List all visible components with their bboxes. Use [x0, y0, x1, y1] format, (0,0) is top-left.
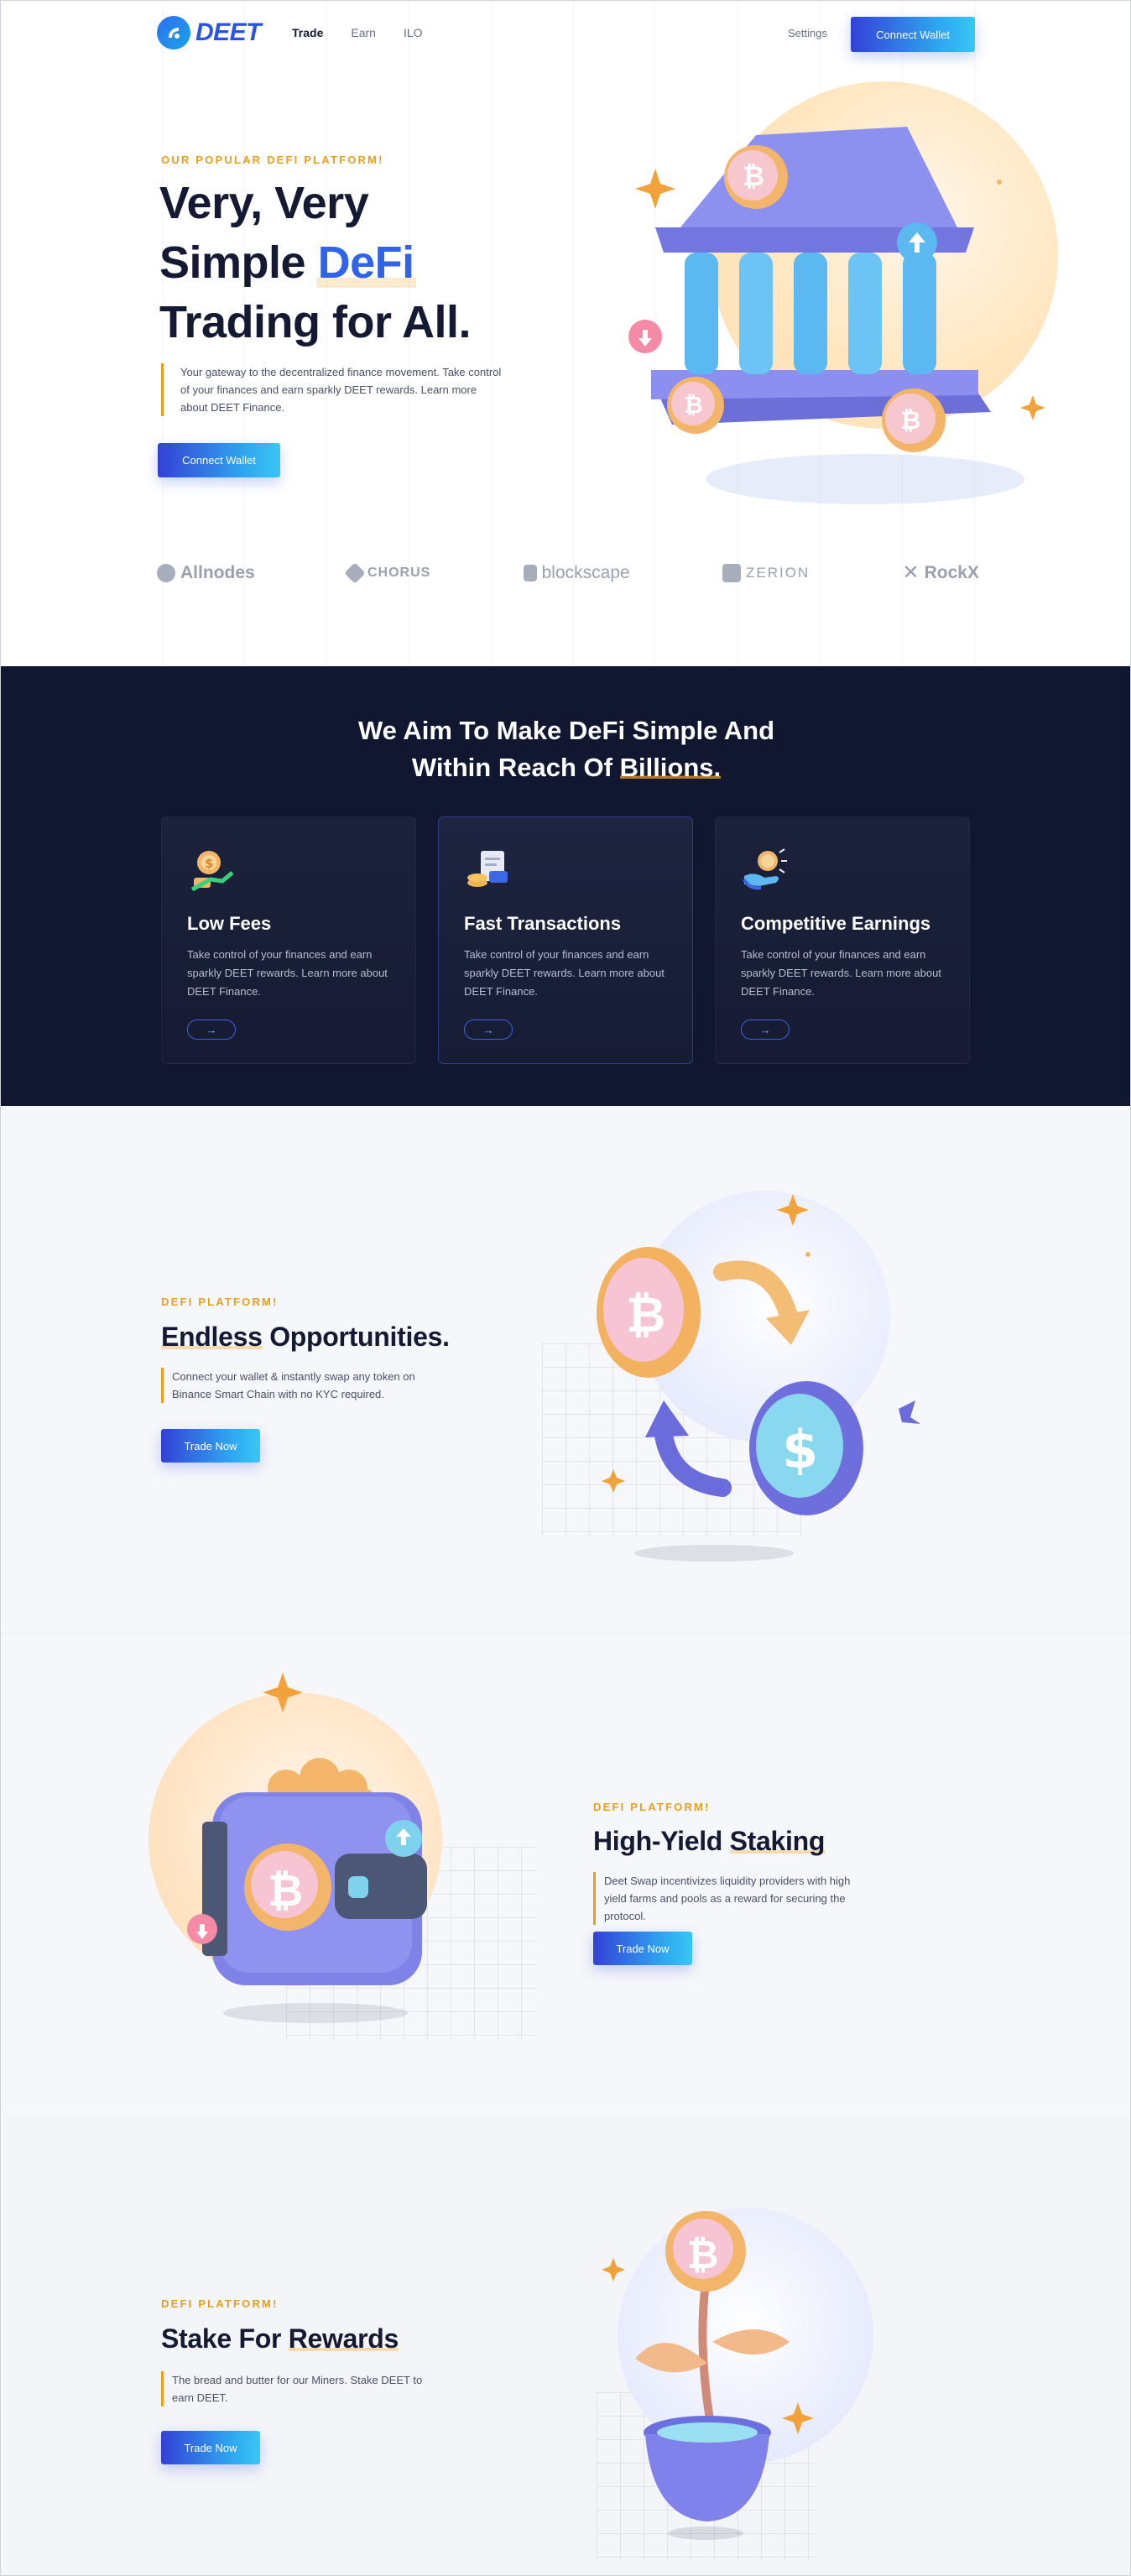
feature-title: Competitive Earnings [741, 913, 931, 934]
wallet-illustration: ₿ [187, 1672, 427, 2023]
hero-title: Very, Very Simple DeFi Trading for All. [159, 174, 529, 352]
feature-card-competitive-earnings[interactable]: Competitive Earnings Take control of you… [715, 816, 970, 1064]
section-eyebrow: DEFI PLATFORM! [161, 1296, 279, 1308]
mission-title: We Aim To Make DeFi Simple And Within Re… [357, 716, 775, 782]
hero-description: Your gateway to the decentralized financ… [161, 363, 505, 416]
plant-illustration: ₿ [602, 2211, 814, 2540]
header: DEET Trade Earn ILO Settings Connect Wal… [1, 1, 1130, 66]
section-description: Connect your wallet & instantly swap any… [161, 1368, 442, 1403]
feature-card-low-fees[interactable]: $ Low Fees Take control of your finances… [161, 816, 416, 1064]
settings-link[interactable]: Settings [788, 27, 827, 39]
logo[interactable]: DEET [157, 16, 262, 50]
nav-earn[interactable]: Earn [351, 26, 376, 39]
section-title: Stake For Rewards [161, 2323, 399, 2354]
arrow-right-icon[interactable]: → [187, 1019, 236, 1040]
svg-text:₿: ₿ [687, 2232, 719, 2277]
feature-description: Take control of your finances and earn s… [741, 948, 941, 998]
trade-now-button[interactable]: Trade Now [161, 1429, 260, 1463]
hero-title-line3: Trading for All. [159, 297, 472, 347]
feature-title: Fast Transactions [464, 913, 622, 934]
zerion-icon [722, 563, 741, 582]
section-title: Endless Opportunities. [161, 1322, 450, 1352]
logo-icon [157, 16, 190, 50]
bank-illustration: ₿ ₿ ₿ [628, 127, 1045, 504]
page: DEET Trade Earn ILO Settings Connect Wal… [0, 0, 1131, 2576]
section-title: High-Yield Staking [593, 1826, 826, 1856]
feature-description: Take control of your finances and earn s… [464, 948, 665, 998]
svg-text:₿: ₿ [626, 1286, 665, 1343]
chorus-icon [344, 561, 366, 584]
receipt-coins-icon [467, 851, 508, 887]
section-description: Deet Swap incentivizes liquidity provide… [593, 1872, 874, 1925]
main-nav: Trade Earn ILO [292, 26, 423, 39]
section-eyebrow: DEFI PLATFORM! [593, 1801, 711, 1813]
feature-title: Low Fees [187, 913, 272, 934]
svg-text:₿: ₿ [743, 160, 764, 192]
svg-text:$: $ [782, 1419, 818, 1480]
partner-blockscape: blockscape [523, 563, 630, 583]
swap-illustration: ₿ $ [597, 1194, 920, 1562]
blockscape-icon [523, 564, 537, 581]
hand-coin-icon [743, 848, 787, 890]
hero-title-line1: Very, Very [159, 178, 369, 228]
partner-zerion: ZERION [722, 563, 810, 582]
svg-text:$: $ [205, 856, 213, 871]
partner-allnodes: Allnodes [157, 563, 255, 583]
trade-now-button[interactable]: Trade Now [593, 1932, 692, 1965]
svg-text:₿: ₿ [268, 1866, 303, 1916]
nav-trade[interactable]: Trade [292, 26, 323, 39]
connect-wallet-button[interactable]: Connect Wallet [851, 17, 975, 52]
hero-connect-wallet-button[interactable]: Connect Wallet [158, 443, 280, 477]
feature-card-fast-transactions[interactable]: Fast Transactions Take control of your f… [438, 816, 693, 1064]
hero-title-line2: Simple [159, 237, 306, 288]
hero-title-highlight: DeFi [315, 233, 416, 293]
partner-rockx: ✕ RockX [902, 561, 979, 584]
rockx-icon: ✕ [902, 561, 920, 584]
hero-eyebrow: OUR POPULAR DEFI PLATFORM! [161, 154, 384, 166]
section-eyebrow: DEFI PLATFORM! [161, 2297, 279, 2310]
partner-chorus: CHORUS [344, 561, 430, 584]
nav-ilo[interactable]: ILO [404, 26, 423, 39]
allnodes-icon [157, 563, 175, 582]
trade-now-button[interactable]: Trade Now [161, 2431, 260, 2464]
feature-description: Take control of your finances and earn s… [187, 948, 388, 998]
svg-text:₿: ₿ [684, 391, 703, 419]
arrow-right-icon[interactable]: → [741, 1019, 790, 1040]
coins-growth-icon: $ [190, 851, 234, 892]
partner-logos: Allnodes CHORUS blockscape ZERION ✕ RockX [157, 561, 979, 585]
logo-text: DEET [195, 18, 262, 46]
section-description: The bread and butter for our Miners. Sta… [161, 2371, 438, 2407]
arrow-right-icon[interactable]: → [464, 1019, 513, 1040]
svg-text:₿: ₿ [900, 406, 920, 435]
